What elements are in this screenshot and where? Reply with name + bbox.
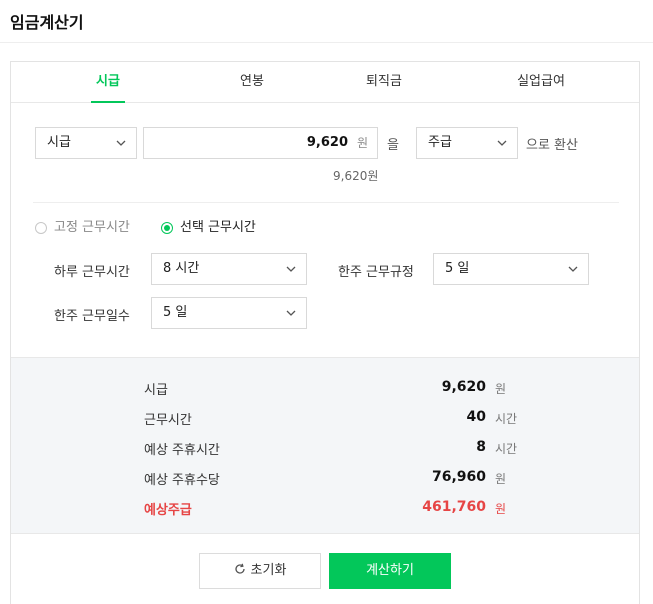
- tab-annual[interactable]: 연봉: [235, 62, 269, 103]
- weekly-rule-select[interactable]: 5 일: [433, 253, 589, 285]
- from-unit-value: 시급: [47, 135, 71, 150]
- radio-selected-hours[interactable]: 선택 근무시간: [161, 219, 271, 237]
- summary-row-holiday-hours: 예상 주휴시간 8 시간: [11, 439, 639, 459]
- summary-unit: 시간: [495, 412, 518, 426]
- summary-unit: 원: [495, 382, 507, 396]
- page-title: 임금계산기: [10, 13, 84, 32]
- calculator-card: 시급 연봉 퇴직금 실업급여 시급 9,620 원 을 주급 으로 환산 9,6…: [10, 61, 640, 604]
- summary-row-weekly-pay: 예상주급 461,760 원: [11, 499, 639, 519]
- radio-dot: [161, 222, 173, 234]
- to-unit-value: 주급: [428, 135, 452, 150]
- to-unit-select[interactable]: 주급: [416, 127, 518, 159]
- chevron-down-icon: [286, 310, 296, 316]
- summary-unit: 원: [495, 502, 507, 516]
- daily-hours-value: 8 시간: [163, 261, 200, 276]
- tab-hourly[interactable]: 시급: [91, 62, 125, 103]
- converted-amount: 9,620원: [333, 169, 379, 183]
- calculate-button[interactable]: 계산하기: [329, 553, 451, 589]
- daily-hours-label: 하루 근무시간: [54, 265, 130, 280]
- weekly-rule-value: 5 일: [445, 261, 470, 276]
- summary-value: 76,960: [431, 469, 486, 485]
- amount-unit: 원: [356, 136, 368, 150]
- section-divider: [33, 202, 619, 203]
- summary-key: 근무시간: [144, 413, 192, 428]
- chevron-down-icon: [497, 140, 507, 146]
- summary-value: 40: [466, 409, 486, 425]
- summary-unit: 원: [495, 472, 507, 486]
- summary-value: 8: [476, 439, 486, 455]
- reset-button-label: 초기화: [250, 563, 287, 578]
- reset-button[interactable]: 초기화: [199, 553, 321, 589]
- summary-key: 예상주급: [144, 503, 192, 518]
- summary-unit: 시간: [495, 442, 518, 456]
- summary-row-holiday-pay: 예상 주휴수당 76,960 원: [11, 469, 639, 489]
- chevron-down-icon: [116, 140, 126, 146]
- weekly-days-select[interactable]: 5 일: [151, 297, 307, 329]
- summary-row-hours: 근무시간 40 시간: [11, 409, 639, 429]
- summary-value: 461,760: [422, 499, 486, 515]
- header-divider: [0, 42, 653, 43]
- radio-selected-hours-label: 선택 근무시간: [180, 220, 256, 235]
- radio-dot: [35, 222, 47, 234]
- summary-value: 9,620: [441, 379, 486, 395]
- radio-fixed-hours[interactable]: 고정 근무시간: [35, 219, 145, 237]
- calculate-button-label: 계산하기: [366, 563, 414, 578]
- summary-key: 예상 주휴시간: [144, 443, 220, 458]
- amount-value: 9,620: [306, 135, 348, 150]
- tab-severance[interactable]: 퇴직금: [359, 62, 409, 103]
- chevron-down-icon: [286, 266, 296, 272]
- weekly-days-label: 한주 근무일수: [54, 309, 130, 324]
- convert-suffix-label: 으로 환산: [526, 138, 578, 153]
- summary-key: 시급: [144, 383, 168, 398]
- tab-bar: 시급 연봉 퇴직금 실업급여: [11, 62, 639, 103]
- result-summary: 시급 9,620 원 근무시간 40 시간 예상 주휴시간 8 시간 예상 주휴…: [11, 357, 639, 534]
- particle-label: 을: [387, 138, 399, 153]
- amount-input[interactable]: 9,620 원: [143, 127, 378, 159]
- weekly-days-value: 5 일: [163, 305, 188, 320]
- daily-hours-select[interactable]: 8 시간: [151, 253, 307, 285]
- from-unit-select[interactable]: 시급: [35, 127, 137, 159]
- summary-key: 예상 주휴수당: [144, 473, 220, 488]
- tab-unemployment[interactable]: 실업급여: [509, 62, 573, 103]
- refresh-icon: [234, 563, 245, 574]
- chevron-down-icon: [568, 266, 578, 272]
- weekly-rule-label: 한주 근무규정: [338, 265, 414, 280]
- summary-row-hourly: 시급 9,620 원: [11, 379, 639, 399]
- radio-fixed-hours-label: 고정 근무시간: [54, 220, 130, 235]
